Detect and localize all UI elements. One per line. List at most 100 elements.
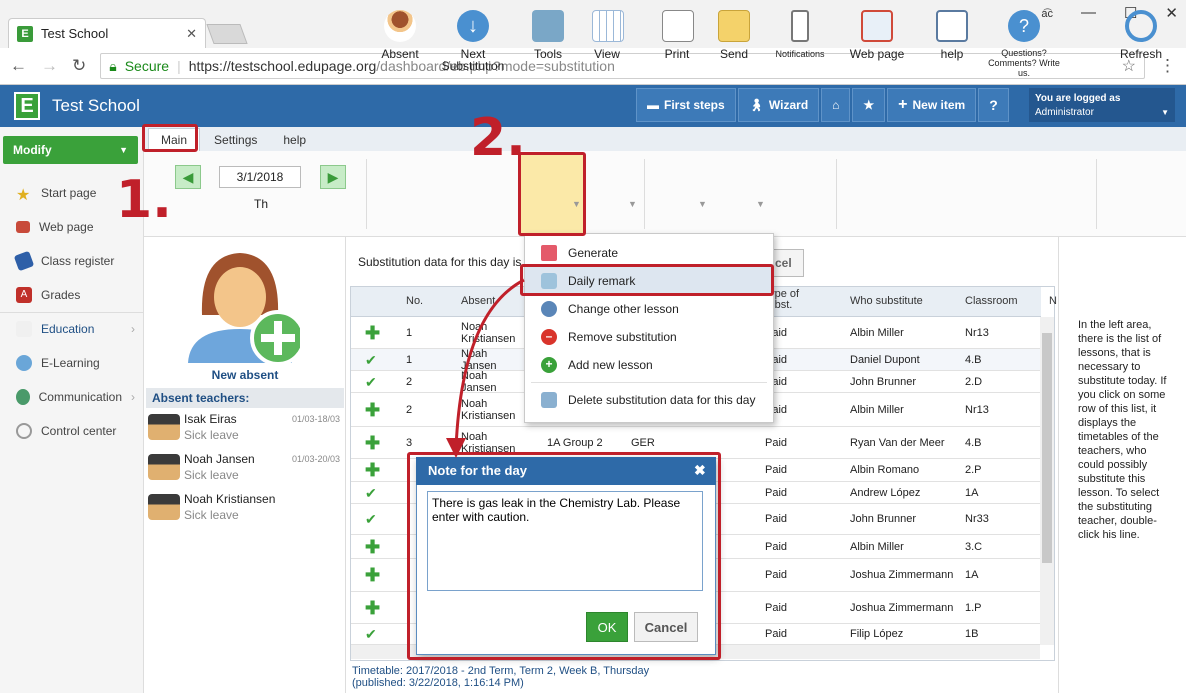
close-window-icon[interactable]: ✕ — [1165, 4, 1178, 22]
gear-icon — [16, 423, 32, 439]
cell-who: Albin Romano — [850, 464, 920, 476]
view-label: View — [594, 47, 620, 61]
cell-room: 1B — [965, 628, 979, 640]
tab-help[interactable]: help — [271, 129, 318, 151]
cell-who: Andrew López — [850, 486, 921, 499]
cell-who: Filip López — [850, 628, 904, 640]
new-tab-button[interactable] — [206, 24, 248, 44]
cell-type: Paid — [765, 464, 788, 476]
col-n[interactable]: N — [1049, 295, 1057, 307]
question-icon: ? — [989, 97, 998, 113]
prev-day-button[interactable]: ◀ — [175, 165, 201, 189]
new-absent-avatar[interactable] — [180, 245, 300, 365]
sidebar-label: Class register — [41, 254, 115, 268]
notifications-button[interactable]: Notifications — [772, 10, 828, 60]
home-button[interactable]: ⌂ — [821, 88, 851, 122]
sidebar-item-communication[interactable]: Communication › — [0, 382, 143, 412]
cell-who: Joshua Zimmermann — [850, 569, 954, 581]
sidebar-item-control-center[interactable]: Control center — [0, 416, 143, 446]
absence-dates: 01/03-20/03 — [291, 454, 340, 464]
new-absent-label[interactable]: New absent — [144, 368, 346, 382]
sidebar-label: E-Learning — [41, 356, 100, 370]
cell-group: 1A Group 2 — [547, 436, 603, 449]
menu-item-delete-day-data[interactable]: Delete substitution data for this day — [525, 386, 773, 414]
questions-button[interactable]: ? Questions? Comments? Write us. — [986, 10, 1062, 78]
sidebar-item-education[interactable]: Education › — [0, 314, 143, 344]
phone-icon — [791, 10, 809, 42]
secure-label: Secure — [124, 58, 170, 74]
timetable-info: Timetable: 2017/2018 - 2nd Term, Term 2,… — [352, 665, 650, 677]
print-icon — [662, 10, 694, 42]
refresh-button[interactable]: Refresh — [1116, 10, 1166, 60]
web-page-button[interactable]: Web page — [846, 10, 908, 60]
vertical-scrollbar[interactable] — [1040, 317, 1054, 645]
favorites-button[interactable]: ★ — [852, 88, 886, 122]
menu-item-remove-substitution[interactable]: – Remove substitution — [525, 323, 773, 351]
chevron-down-icon: ▼ — [628, 199, 637, 209]
cell-room: 1A — [965, 569, 979, 581]
reload-icon[interactable]: ↻ — [72, 56, 86, 76]
highlight-note-dialog — [407, 452, 721, 660]
graduation-cap-icon — [148, 454, 180, 480]
absent-teacher-row[interactable]: Isak Eiras Sick leave 01/03-18/03 — [146, 410, 344, 450]
new-item-button[interactable]: + New item — [887, 88, 977, 122]
logged-in-box[interactable]: You are logged as Administrator ▼ — [1029, 88, 1175, 122]
sidebar-item-e-learning[interactable]: E-Learning — [0, 348, 143, 378]
minimize-icon[interactable]: — — [1081, 4, 1096, 22]
plus-icon: + — [898, 96, 908, 113]
absent-teacher-row[interactable]: Noah Jansen Sick leave 01/03-20/03 — [146, 450, 344, 490]
next-day-button[interactable]: ▶ — [320, 165, 346, 189]
menu-item-add-lesson[interactable]: + Add new lesson — [525, 351, 773, 379]
col-classroom[interactable]: Classroom — [965, 295, 1018, 307]
logged-in-label: You are logged as — [1035, 93, 1121, 104]
highlight-main-tab — [142, 124, 198, 152]
absent-button[interactable]: Absent — [380, 10, 420, 60]
date-field[interactable]: 3/1/2018 — [219, 166, 301, 188]
help-ribbon-button[interactable]: help — [934, 10, 970, 60]
menu-label: Change other lesson — [568, 302, 679, 316]
arrow-down-circle-icon: ↓ — [457, 10, 489, 42]
sidebar-label: Web page — [39, 220, 94, 234]
send-button[interactable]: Send — [718, 10, 750, 60]
communication-icon — [16, 389, 30, 405]
back-icon[interactable]: ← — [10, 56, 27, 76]
close-tab-icon[interactable]: ✕ — [186, 26, 197, 42]
cell-who: Albin Miller — [850, 540, 904, 553]
teacher-name: Noah Jansen — [184, 452, 255, 466]
wizard-button[interactable]: 🚶︎ Wizard — [737, 88, 820, 122]
cell-type: Paid — [765, 601, 788, 614]
delete-data-icon — [541, 392, 557, 408]
sidebar-item-grades[interactable]: A Grades — [0, 280, 143, 310]
step-2-annotation: 2. — [470, 108, 526, 168]
tab-settings[interactable]: Settings — [202, 129, 269, 151]
col-no[interactable]: No. — [406, 295, 423, 307]
cell-who: Albin Miller — [850, 404, 904, 416]
modify-button[interactable]: Modify ▼ — [3, 136, 138, 164]
view-button[interactable]: View — [592, 10, 624, 61]
print-button[interactable]: Print — [662, 10, 694, 60]
generate-icon — [541, 245, 557, 261]
help-button[interactable]: ? — [978, 88, 1009, 122]
menu-item-change-lesson[interactable]: Change other lesson — [525, 295, 773, 323]
first-steps-button[interactable]: ▬ First steps — [636, 88, 736, 122]
cell-subj: GER — [631, 436, 655, 449]
person-change-icon — [541, 301, 557, 317]
forward-icon[interactable]: → — [41, 56, 58, 76]
scroll-thumb[interactable] — [1042, 333, 1052, 563]
menu-item-generate[interactable]: Generate — [525, 239, 773, 267]
absence-dates: 01/03-18/03 — [291, 414, 340, 424]
sidebar-label: Start page — [41, 186, 97, 200]
next-substitution-button[interactable]: ↓ Next Substitution — [440, 10, 506, 72]
browser-tab[interactable]: E Test School ✕ — [8, 18, 206, 48]
refresh-icon — [1125, 10, 1157, 42]
browser-tab-title: Test School — [41, 26, 109, 41]
absence-reason: Sick leave — [184, 468, 239, 482]
absent-teacher-row[interactable]: Noah Kristiansen Sick leave — [146, 490, 344, 530]
col-who[interactable]: Who substitute — [850, 295, 923, 307]
minus-circle-icon: – — [541, 329, 557, 345]
globe-icon — [16, 355, 32, 371]
edupage-logo-icon[interactable]: E — [14, 92, 40, 120]
sidebar-item-class-register[interactable]: Class register — [0, 246, 143, 276]
cancel-substitution-button[interactable]: cel — [770, 249, 804, 277]
chevron-down-icon: ▼ — [119, 145, 128, 155]
